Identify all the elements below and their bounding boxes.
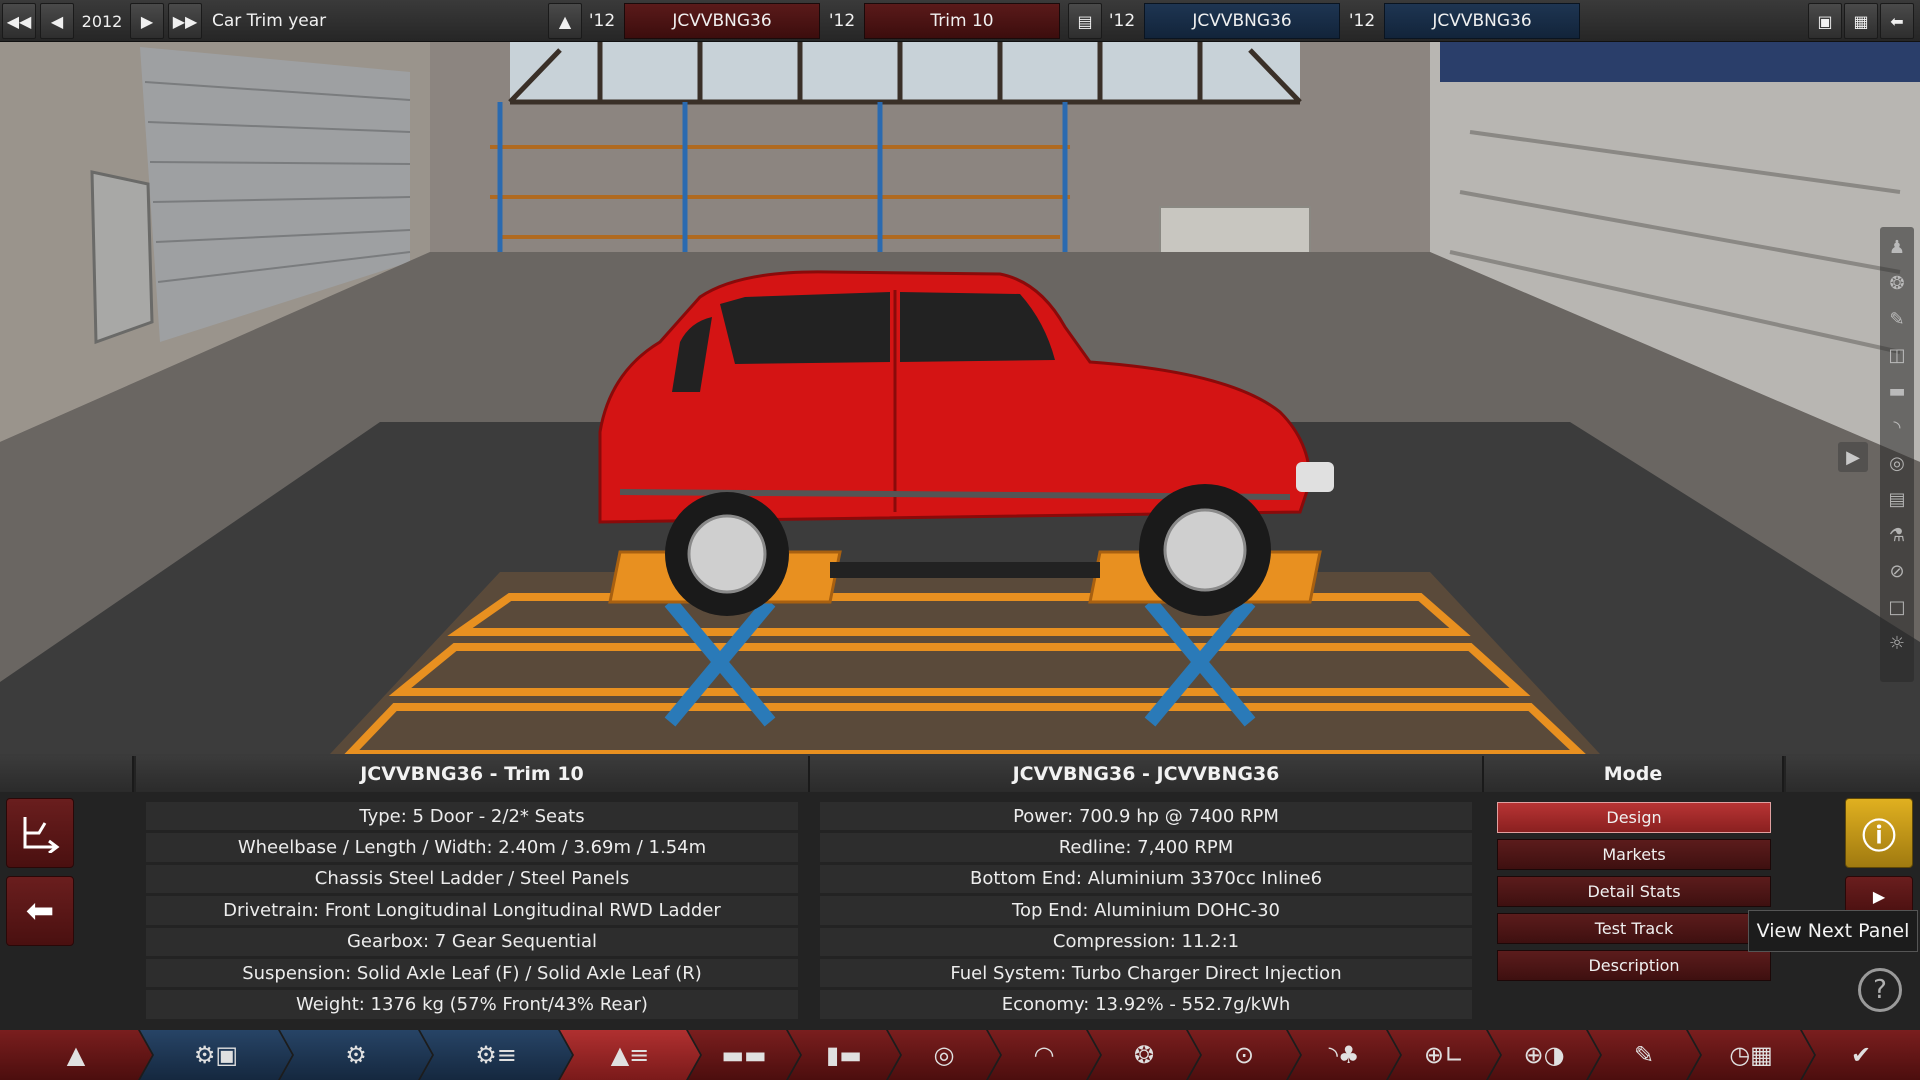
engine-stat-redline: Redline: 7,400 RPM [820,833,1472,862]
trim-stat-gearbox: Gearbox: 7 Gear Sequential [146,927,798,956]
camera-icon[interactable]: ▣ [1808,3,1842,39]
trim-year: 2012 [81,11,123,31]
drivetrain-icon[interactable]: ▮▬ [788,1030,900,1080]
gutter-header [0,756,134,792]
engine-stat-economy: Economy: 13.92% - 552.7g/kWh [820,990,1472,1019]
model-selector[interactable]: JCVVBNG36 [624,3,820,39]
body-view-icon[interactable]: ◝ [1885,415,1909,439]
right-wall-banner [1440,42,1920,82]
light-bulb-icon[interactable]: ☼ [1885,631,1909,655]
calculator-icon[interactable]: ▦ [1844,3,1878,39]
car-window-front [720,292,890,364]
engine-stat-compression: Compression: 11.2:1 [820,927,1472,956]
car-body-icon[interactable]: ▲ [0,1030,152,1080]
engine-title: JCVVBNG36 - JCVVBNG36 [810,756,1484,792]
trim-stat-type: Type: 5 Door - 2/2* Seats [146,802,798,831]
safety-icon[interactable]: ⊕◑ [1488,1030,1600,1080]
wheels-icon[interactable]: ❂ [1088,1030,1200,1080]
chassis-icon[interactable]: ▲≡ [560,1030,700,1080]
next-panel-tooltip: View Next Panel [1748,910,1918,952]
trim-stat-chassis: Chassis Steel Ladder / Steel Panels [146,864,798,894]
driver-icon[interactable]: ♟ [1885,235,1909,259]
car-bumper [1296,462,1334,492]
warning-button[interactable]: ⓘ [1845,798,1913,868]
side-door [90,170,154,345]
next-arrow-icon: ▶ [1872,886,1886,906]
help-icon[interactable]: ? [1858,968,1902,1012]
info-panel: ⬅ JCVVBNG36 - Trim 10 Type: 5 Door - 2/2… [0,754,1920,1030]
back-arrow-icon[interactable]: ⬅ [1880,3,1914,39]
interior-icon[interactable]: ⊕∟ [1388,1030,1500,1080]
mode-markets-button[interactable]: Markets [1497,839,1771,870]
fuel-icon[interactable]: ✎ [1588,1030,1700,1080]
engine-family-year: '12 [1108,11,1136,31]
engine-family-icon[interactable]: ⚙▣ [140,1030,292,1080]
next-year-button[interactable]: ▶ [130,3,164,39]
view-tool-strip: ♟ ❂ ✎ ◫ ▬ ◝ ◎ ▤ ⚗ ⊘ □ ☼ [1880,227,1914,682]
car-models-icon[interactable]: ▬▬ [688,1030,800,1080]
suspension-icon[interactable]: ◎ [888,1030,1000,1080]
garage-viewport[interactable]: ▶ ♟ ❂ ✎ ◫ ▬ ◝ ◎ ▤ ⚗ ⊘ □ ☼ [0,42,1920,754]
trim-stat-drivetrain: Drivetrain: Front Longitudinal Longitudi… [146,896,798,925]
engine-stats-list: Power: 700.9 hp @ 7400 RPM Redline: 7,40… [820,802,1472,1019]
back-arrow-icon: ⬅ [25,891,55,931]
ceiling-window [510,42,1300,102]
mode-detail-stats-button[interactable]: Detail Stats [1497,876,1771,907]
trim-selector[interactable]: Trim 10 [864,3,1060,39]
engine-variant-year: '12 [1348,11,1376,31]
engine-variant-selector[interactable]: JCVVBNG36 [1384,3,1580,39]
mode-description-button[interactable]: Description [1497,950,1771,981]
brakes-icon[interactable]: ⊙ [1188,1030,1300,1080]
lift-bar [830,562,1100,578]
car-model-icon[interactable]: ▲ [548,3,582,39]
headlight-icon[interactable]: ◎ [1885,451,1909,475]
engine-stat-bottom-end: Bottom End: Aluminium 3370cc Inline6 [820,864,1472,894]
gearbox-icon[interactable]: ◠ [988,1030,1100,1080]
trim-tree-button[interactable] [6,798,74,868]
fixture-icon[interactable]: ◫ [1885,343,1909,367]
seat-icon[interactable]: ⚗ [1885,523,1909,547]
engine-family-selector[interactable]: JCVVBNG36 [1144,3,1340,39]
right-gutter-header [1786,756,1920,792]
engine-stat-top-end: Top End: Aluminium DOHC-30 [820,896,1472,925]
grille-icon[interactable]: ▤ [1885,487,1909,511]
finish-icon[interactable]: ✔ [1802,1030,1920,1080]
frame-icon[interactable]: □ [1885,595,1909,619]
engine-stat-power: Power: 700.9 hp @ 7400 RPM [820,802,1472,831]
warning-icon: ⓘ [1862,816,1896,857]
trim-title: JCVVBNG36 - Trim 10 [136,756,810,792]
steering-icon[interactable]: ⊘ [1885,559,1909,583]
trim-stat-suspension: Suspension: Solid Axle Leaf (F) / Solid … [146,958,798,988]
engine-parts-icon[interactable]: ⚙≡ [420,1030,572,1080]
engine-icon[interactable]: ⚙ [280,1030,432,1080]
trim-slot-year: '12 [828,11,856,31]
mode-design-button[interactable]: Design [1497,802,1771,833]
engine-select-icon[interactable]: ▤ [1068,3,1102,39]
panel-icon[interactable]: ▬ [1885,379,1909,403]
wheel-view-icon[interactable]: ❂ [1885,271,1909,295]
model-year: '12 [588,11,616,31]
back-button[interactable]: ⬅ [6,876,74,946]
paint-icon[interactable]: ✎ [1885,307,1909,331]
aero-icon[interactable]: ◝♣ [1288,1030,1400,1080]
garage-scene [0,42,1920,754]
test-icon[interactable]: ◷▦ [1688,1030,1814,1080]
top-bar: ◀◀ ◀ 2012 ▶ ▶▶ Car Trim year ▲ '12 JCVVB… [0,0,1920,42]
mode-title: Mode [1484,756,1784,792]
trim-stat-dimensions: Wheelbase / Length / Width: 2.40m / 3.69… [146,833,798,862]
trim-year-title: Car Trim year [212,11,327,31]
trim-stat-weight: Weight: 1376 kg (57% Front/43% Rear) [146,990,798,1019]
mode-test-track-button[interactable]: Test Track [1497,913,1771,944]
hierarchy-icon [23,817,60,853]
bottom-toolbar: ▲ ⚙▣ ⚙ ⚙≡ ▲≡ ▬▬ ▮▬ ◎ ◠ ❂ ⊙ ◝♣ ⊕∟ ⊕◑ ✎ ◷▦… [0,1030,1920,1080]
expand-strip-icon[interactable]: ▶ [1838,442,1868,472]
prev-year-button[interactable]: ◀ [40,3,74,39]
engine-stat-fuel-system: Fuel System: Turbo Charger Direct Inject… [820,958,1472,988]
trim-stats-list: Type: 5 Door - 2/2* Seats Wheelbase / Le… [146,802,798,1019]
skip-back-icon[interactable]: ◀◀ [2,3,36,39]
skip-forward-icon[interactable]: ▶▶ [168,3,202,39]
